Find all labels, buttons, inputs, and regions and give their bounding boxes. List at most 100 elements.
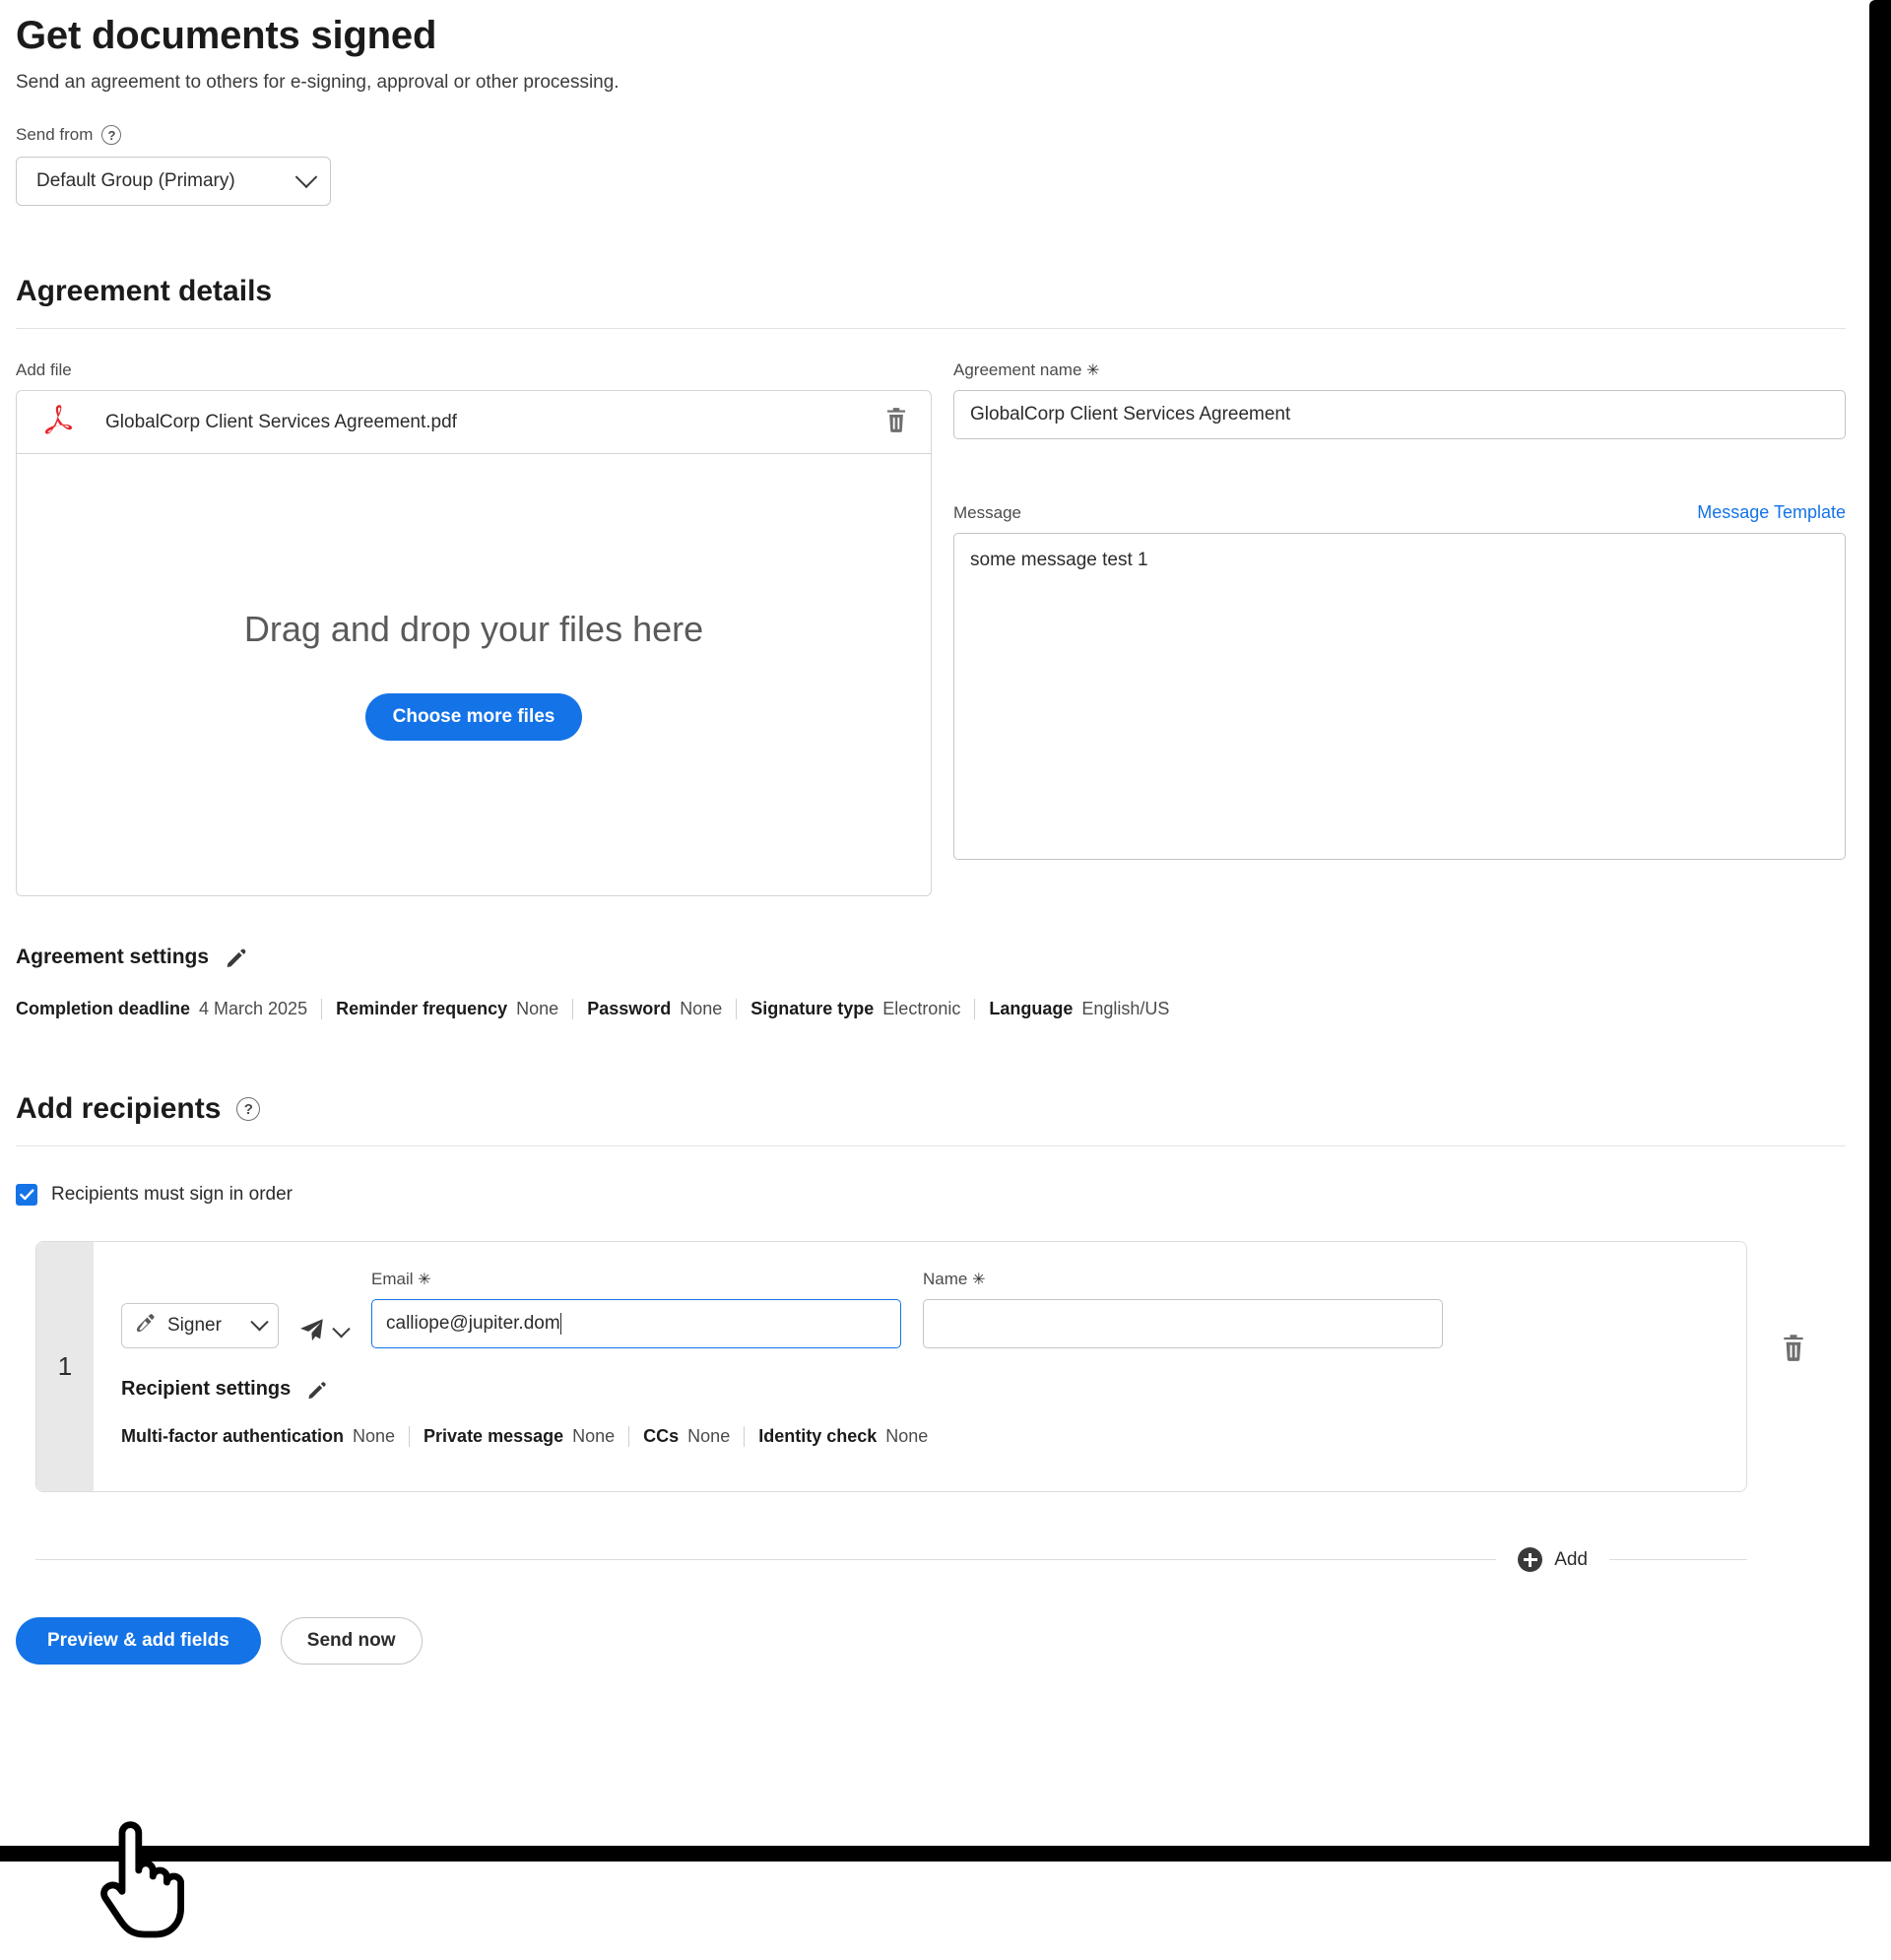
pencil-icon[interactable] <box>306 1379 328 1401</box>
text-caret <box>559 1313 562 1335</box>
trash-icon[interactable] <box>883 406 909 438</box>
meta-key: Language <box>989 999 1074 1018</box>
meta-value: None <box>687 1426 731 1446</box>
agreement-settings-header: Agreement settings <box>16 946 1846 969</box>
recipient-role-label: Signer <box>167 1315 222 1336</box>
recipient-name-label: Name ✳ <box>923 1270 1443 1289</box>
recipient-email-input[interactable]: calliope@jupiter.dom <box>371 1299 901 1348</box>
meta-value: None <box>516 999 559 1018</box>
meta-key: Signature type <box>750 999 875 1018</box>
message-header-row: Message Message Template <box>953 502 1846 523</box>
send-from-selected-value: Default Group (Primary) <box>36 170 235 191</box>
page-title: Get documents signed <box>16 14 437 57</box>
recipient-email-value: calliope@jupiter.dom <box>386 1313 560 1334</box>
agreement-settings-summary: Completion deadline 4 March 2025 Reminde… <box>16 999 1846 1019</box>
window-frame-right-edge <box>1869 0 1891 1862</box>
choose-more-files-button[interactable]: Choose more files <box>364 693 583 741</box>
agreement-name-input[interactable] <box>953 390 1846 439</box>
recipient-fields-row: Signer Email ✳ calliope@jupiter.dom Name… <box>121 1270 1717 1348</box>
app-window: Get documents signed Send an agreement t… <box>0 0 1891 1960</box>
meta-key: Reminder frequency <box>336 999 508 1018</box>
add-recipient-divider-row: Add <box>35 1547 1747 1572</box>
agreement-name-label-text: Agreement name <box>953 360 1082 379</box>
meta-item: Language English/US <box>974 999 1183 1019</box>
add-file-label: Add file <box>16 360 72 379</box>
question-mark-circle-icon[interactable]: ? <box>101 125 122 145</box>
meta-item: Multi-factor authentication None <box>121 1426 409 1447</box>
agreement-details-heading: Agreement details <box>16 275 273 307</box>
add-file-column: Add file GlobalCorp Client Services Agre… <box>16 360 932 896</box>
recipient-role-wrap: Signer <box>121 1303 279 1348</box>
pencil-icon[interactable] <box>225 946 248 969</box>
mouse-cursor-hand-icon <box>94 1814 188 1945</box>
meta-value: None <box>572 1426 616 1446</box>
section-divider <box>16 1145 1846 1146</box>
section-divider <box>16 328 1846 329</box>
page-subtitle: Send an agreement to others for e-signin… <box>16 72 619 93</box>
recipient-name-input[interactable] <box>923 1299 1443 1348</box>
meta-value: None <box>885 1426 929 1446</box>
question-mark-circle-icon[interactable]: ? <box>236 1097 261 1121</box>
message-template-link[interactable]: Message Template <box>1697 502 1846 523</box>
meta-value: Electronic <box>882 999 961 1018</box>
chevron-down-icon <box>294 165 318 189</box>
agreement-name-label: Agreement name ✳ <box>953 360 1846 380</box>
meta-item: Reminder frequency None <box>321 999 572 1019</box>
sign-in-order-label: Recipients must sign in order <box>51 1184 293 1205</box>
send-from-label-row: Send from ? <box>16 125 1846 145</box>
meta-item: Completion deadline 4 March 2025 <box>16 999 321 1019</box>
file-dropzone[interactable]: Drag and drop your files here Choose mor… <box>16 453 932 896</box>
send-from-label: Send from <box>16 125 94 144</box>
sign-in-order-checkbox[interactable] <box>16 1184 37 1206</box>
required-asterisk: ✳ <box>1086 362 1100 379</box>
preview-and-add-fields-button[interactable]: Preview & add fields <box>16 1617 261 1665</box>
plus-circle-icon <box>1518 1547 1543 1572</box>
chevron-down-icon <box>332 1319 351 1338</box>
footer-actions: Preview & add fields Send now <box>16 1617 1846 1665</box>
window-frame-bottom-edge <box>0 1846 1891 1862</box>
file-name: GlobalCorp Client Services Agreement.pdf <box>105 411 457 432</box>
add-recipients-header: Add recipients ? <box>16 1092 1846 1126</box>
add-recipient-button[interactable]: Add <box>1496 1547 1609 1572</box>
meta-value: None <box>353 1426 396 1446</box>
dropzone-text: Drag and drop your files here <box>243 609 704 649</box>
divider-line-left <box>35 1559 1497 1560</box>
recipient-settings-title: Recipient settings <box>121 1378 292 1400</box>
pdf-acrobat-icon <box>44 403 74 441</box>
meta-item: Identity check None <box>744 1426 942 1447</box>
recipient-card: 1 Signer Email ✳ calliope@jupiter.dom Na… <box>35 1241 1803 1492</box>
recipient-role-select[interactable]: Signer <box>121 1303 279 1348</box>
meta-value: 4 March 2025 <box>199 999 308 1018</box>
agreement-settings-title: Agreement settings <box>16 946 210 968</box>
pen-signature-icon <box>134 1311 158 1340</box>
agreement-details-columns: Add file GlobalCorp Client Services Agre… <box>16 360 1846 896</box>
recipient-name-label-text: Name <box>923 1270 968 1288</box>
attached-file-row: GlobalCorp Client Services Agreement.pdf <box>16 390 932 453</box>
send-from-select[interactable]: Default Group (Primary) <box>16 157 331 206</box>
chevron-down-icon <box>250 1312 269 1331</box>
required-asterisk: ✳ <box>418 1272 431 1288</box>
recipient-delivery-selector[interactable] <box>298 1317 351 1348</box>
paper-plane-icon <box>298 1317 325 1348</box>
recipient-name-wrap: Name ✳ <box>923 1270 1443 1348</box>
recipient-settings-summary: Multi-factor authentication None Private… <box>121 1426 1717 1447</box>
meta-item: Signature type Electronic <box>736 999 974 1019</box>
meta-key: Password <box>587 999 672 1018</box>
recipient-email-wrap: Email ✳ calliope@jupiter.dom <box>371 1270 901 1348</box>
meta-item: Password None <box>572 999 736 1019</box>
meta-key: Completion deadline <box>16 999 191 1018</box>
page-content: Get documents signed Send an agreement t… <box>0 0 1869 1665</box>
recipient-settings-header: Recipient settings <box>121 1378 1717 1401</box>
message-label: Message <box>953 503 1021 522</box>
delete-recipient-trash-icon[interactable] <box>1780 1333 1807 1367</box>
meta-key: Private message <box>424 1426 564 1446</box>
meta-key: Identity check <box>758 1426 878 1446</box>
message-textarea[interactable] <box>953 533 1846 860</box>
recipient-body: Signer Email ✳ calliope@jupiter.dom Name… <box>94 1242 1746 1491</box>
meta-item: Private message None <box>409 1426 628 1447</box>
recipient-order-number: 1 <box>36 1242 94 1491</box>
meta-key: Multi-factor authentication <box>121 1426 344 1446</box>
recipient-email-label: Email ✳ <box>371 1270 901 1289</box>
send-now-button[interactable]: Send now <box>280 1617 423 1665</box>
required-asterisk: ✳ <box>972 1272 986 1288</box>
